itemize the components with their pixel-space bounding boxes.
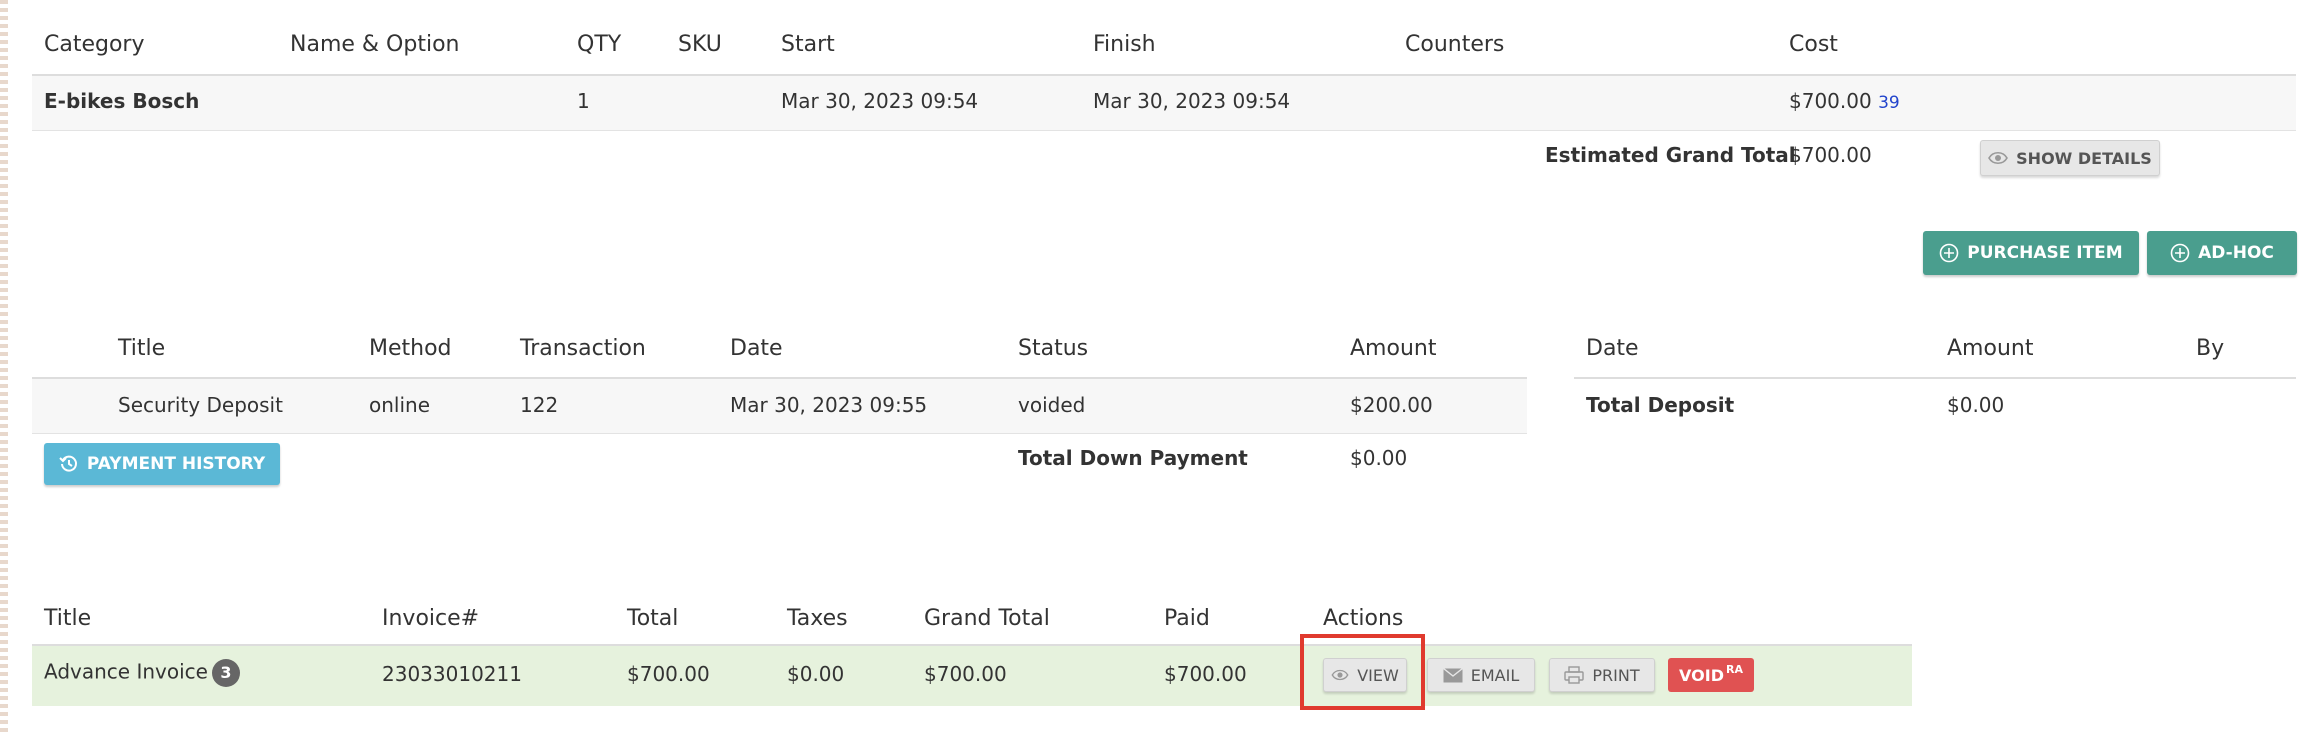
payment-history-label: PAYMENT HISTORY [86, 454, 266, 474]
divider [1574, 377, 2296, 379]
col-header-invoice-grand-total: Grand Total [924, 606, 1050, 631]
item-category: E-bikes Bosch [44, 89, 200, 113]
col-header-invoice-taxes: Taxes [787, 606, 848, 631]
payment-transaction: 122 [520, 393, 559, 417]
col-header-transaction: Transaction [520, 336, 646, 361]
item-qty: 1 [577, 89, 590, 113]
col-header-counters: Counters [1405, 32, 1505, 57]
item-cost-value: $700.00 [1789, 89, 1872, 113]
col-header-name-option: Name & Option [290, 32, 460, 57]
payment-title: Security Deposit [118, 393, 283, 417]
col-header-deposit-by: By [2196, 336, 2225, 361]
payment-status: voided [1018, 393, 1086, 417]
down-payment-label: Total Down Payment [1018, 446, 1248, 470]
col-header-invoice-number: Invoice# [382, 606, 480, 631]
payment-amount: $200.00 [1350, 393, 1433, 417]
grand-total-value: $700.00 [1789, 143, 1872, 167]
invoice-paid: $700.00 [1164, 662, 1247, 686]
payment-history-button[interactable]: PAYMENT HISTORY [44, 443, 280, 485]
purchase-item-button[interactable]: PURCHASE ITEM [1923, 231, 2139, 275]
payment-date: Mar 30, 2023 09:55 [730, 393, 928, 417]
total-deposit-value: $0.00 [1947, 393, 2005, 417]
col-header-deposit-amount: Amount [1947, 336, 2034, 361]
col-header-finish: Finish [1093, 32, 1156, 57]
col-header-date: Date [730, 336, 783, 361]
ad-hoc-button[interactable]: AD-HOC [2147, 231, 2297, 275]
col-header-invoice-paid: Paid [1164, 606, 1210, 631]
email-label: EMAIL [1470, 665, 1520, 685]
col-header-status: Status [1018, 336, 1089, 361]
col-header-invoice-total: Total [627, 606, 679, 631]
purchase-item-label: PURCHASE ITEM [1967, 243, 2123, 263]
grand-total-label: Estimated Grand Total [1545, 143, 1796, 167]
col-header-category: Category [44, 32, 145, 57]
left-edge-decoration [0, 0, 8, 734]
envelope-icon [1442, 667, 1463, 683]
void-button[interactable]: VOID RA [1668, 658, 1754, 692]
show-details-label: SHOW DETAILS [2016, 148, 2152, 168]
col-header-invoice-actions: Actions [1323, 606, 1404, 631]
item-finish: Mar 30, 2023 09:54 [1093, 89, 1291, 113]
show-details-button[interactable]: SHOW DETAILS [1980, 140, 2160, 176]
col-header-start: Start [781, 32, 835, 57]
highlight-box [1300, 634, 1425, 710]
total-deposit-label: Total Deposit [1586, 393, 1735, 417]
down-payment-value: $0.00 [1350, 446, 1408, 470]
payment-method: online [369, 393, 431, 417]
email-button[interactable]: EMAIL [1427, 658, 1535, 692]
invoice-count-badge: 3 [211, 659, 240, 687]
col-header-title: Title [118, 336, 166, 361]
item-cost: $700.00 39 [1789, 89, 1900, 113]
ad-hoc-label: AD-HOC [2198, 243, 2274, 263]
col-header-invoice-title: Title [44, 606, 92, 631]
col-header-method: Method [369, 336, 452, 361]
invoice-title: Advance Invoice 3 [44, 659, 240, 687]
col-header-deposit-date: Date [1586, 336, 1639, 361]
invoice-title-text: Advance Invoice [44, 659, 208, 684]
void-superscript: RA [1725, 662, 1743, 676]
print-label: PRINT [1592, 665, 1640, 685]
col-header-cost: Cost [1789, 32, 1838, 57]
plus-circle-icon [2170, 243, 2190, 263]
printer-icon [1564, 666, 1585, 684]
invoice-total: $700.00 [627, 662, 710, 686]
col-header-sku: SKU [678, 32, 722, 57]
col-header-amount: Amount [1350, 336, 1437, 361]
void-label: VOID [1679, 665, 1724, 685]
history-icon [59, 454, 79, 474]
invoice-number: 23033010211 [382, 662, 522, 686]
col-header-qty: QTY [577, 32, 622, 57]
invoice-grand-total: $700.00 [924, 662, 1007, 686]
item-cost-link[interactable]: 39 [1878, 93, 1900, 113]
invoice-taxes: $0.00 [787, 662, 845, 686]
item-start: Mar 30, 2023 09:54 [781, 89, 979, 113]
eye-icon [1988, 151, 2009, 165]
plus-circle-icon [1939, 243, 1959, 263]
print-button[interactable]: PRINT [1549, 658, 1655, 692]
